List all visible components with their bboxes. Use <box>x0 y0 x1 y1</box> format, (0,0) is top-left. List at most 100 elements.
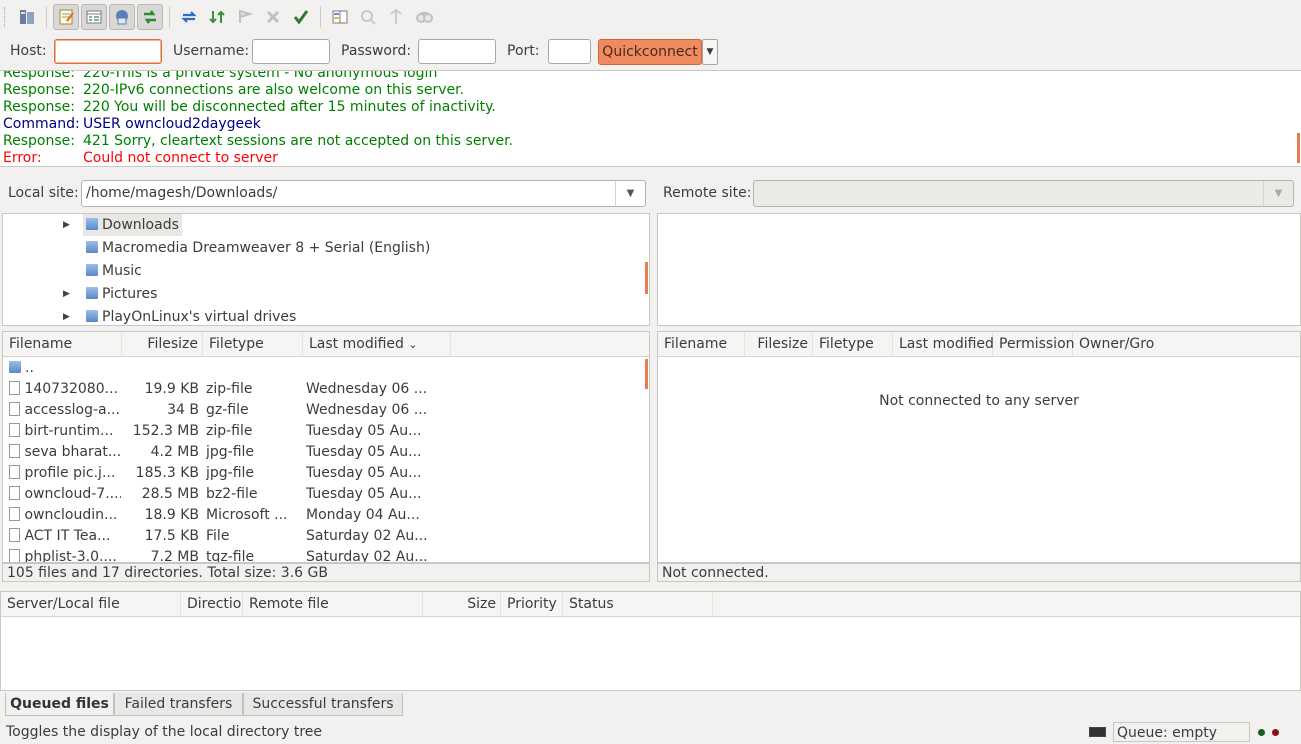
local-list-header: Filename Filesize Filetype Last modified… <box>3 332 649 357</box>
main-toolbar <box>0 0 1301 34</box>
column-header-status[interactable]: Status <box>563 592 713 617</box>
column-header-direction[interactable]: Directio <box>181 592 243 617</box>
file-name: owncloudin... <box>24 507 118 523</box>
expand-arrow-icon[interactable]: ▶ <box>63 214 73 236</box>
file-size: 28.5 MB <box>141 486 199 502</box>
username-input[interactable] <box>252 39 330 64</box>
table-row[interactable]: seva bharat... 4.2 MB jpg-file Tuesday 05 A… <box>3 442 649 463</box>
queue-status: Queue: empty <box>1113 722 1250 742</box>
message-log[interactable]: Response: 220-This is a private system - … <box>0 70 1301 167</box>
table-row[interactable]: 140732080... 19.9 KB zip-file Wednesday 06 … <box>3 379 649 400</box>
column-header-priority[interactable]: Priority <box>501 592 563 617</box>
remote-list-header: Filename Filesize Filetype Last modified… <box>658 332 1300 357</box>
host-label: Host: <box>10 43 47 59</box>
column-header-filename[interactable]: Filename <box>658 332 745 357</box>
queue-tabs: Queued files Failed transfers Successful… <box>0 692 1301 717</box>
quickconnect-history-dropdown[interactable]: ▼ <box>702 39 718 65</box>
table-row[interactable]: birt-runtim... 152.3 MB zip-file Tuesday 05… <box>3 421 649 442</box>
file-modified: Saturday 02 Au... <box>306 549 428 563</box>
table-row[interactable]: accesslog-a... 34 B gz-file Wednesday 06 ..… <box>3 400 649 421</box>
tab-queued-files[interactable]: Queued files <box>5 693 114 716</box>
table-row[interactable]: profile pic.j... 185.3 KB jpg-file Tuesday … <box>3 463 649 484</box>
file-modified: Monday 04 Au... <box>306 507 420 523</box>
file-size: 4.2 MB <box>150 444 199 460</box>
host-input[interactable] <box>54 39 162 64</box>
column-header-filetype[interactable]: Filetype <box>813 332 893 357</box>
folder-icon <box>86 310 98 322</box>
list-item-parent-dir[interactable]: .. <box>3 358 649 379</box>
chevron-down-icon[interactable]: ▼ <box>615 181 645 206</box>
password-input[interactable] <box>418 39 496 64</box>
chevron-down-icon[interactable]: ▼ <box>1263 181 1293 206</box>
file-size: 34 B <box>167 402 199 418</box>
port-input[interactable] <box>548 39 591 64</box>
column-header-last-modified[interactable]: Last modified <box>893 332 994 357</box>
tree-scrollbar[interactable] <box>645 262 648 294</box>
expand-arrow-icon[interactable]: ▶ <box>63 306 73 325</box>
file-icon <box>9 444 20 458</box>
column-header-permission[interactable]: Permission <box>993 332 1075 357</box>
username-label: Username: <box>173 43 250 59</box>
column-header-last-modified[interactable]: Last modified ⌄ <box>303 332 451 357</box>
empty-list-message: Not connected to any server <box>879 393 1079 409</box>
folder-icon <box>86 241 98 253</box>
file-icon <box>9 507 20 521</box>
table-row[interactable]: phplist-3.0.... 7.2 MB tgz-file Saturday 02… <box>3 547 649 563</box>
toggle-remote-tree-icon[interactable] <box>109 4 135 30</box>
column-header-filetype[interactable]: Filetype <box>203 332 303 357</box>
directory-filters-icon[interactable] <box>327 4 353 30</box>
transfer-queue[interactable]: Server/Local file Directio Remote file S… <box>0 591 1301 691</box>
remote-file-list[interactable]: Filename Filesize Filetype Last modified… <box>657 331 1301 563</box>
disconnect-icon[interactable] <box>260 4 286 30</box>
file-size: 185.3 KB <box>135 465 199 481</box>
site-manager-icon[interactable] <box>14 4 40 30</box>
port-label: Port: <box>507 43 540 59</box>
file-modified: Tuesday 05 Au... <box>306 423 422 439</box>
column-header-owner-group[interactable]: Owner/Gro <box>1073 332 1163 357</box>
file-size: 17.5 KB <box>144 528 199 544</box>
quickconnect-button[interactable]: Quickconnect <box>598 39 702 65</box>
sort-descending-icon: ⌄ <box>408 338 418 351</box>
column-header-filename[interactable]: Filename <box>3 332 122 357</box>
file-size: 152.3 MB <box>132 423 199 439</box>
file-name: 140732080... <box>24 381 118 397</box>
local-path-value: /home/magesh/Downloads/ <box>86 185 278 201</box>
toggle-transfer-queue-icon[interactable] <box>137 4 163 30</box>
tab-failed-transfers[interactable]: Failed transfers <box>114 693 243 716</box>
local-directory-tree[interactable]: ▶ Downloads Macromedia Dreamweaver 8 + S… <box>2 213 650 326</box>
folder-icon <box>86 264 98 276</box>
column-header-server-local-file[interactable]: Server/Local file <box>1 592 181 617</box>
file-list-scrollbar[interactable] <box>645 359 648 389</box>
table-row[interactable]: ACT IT Tea... 17.5 KB File Saturday 02 Au..… <box>3 526 649 547</box>
cancel-operation-icon[interactable] <box>232 4 258 30</box>
toggle-local-tree-icon[interactable] <box>81 4 107 30</box>
column-header-remote-file[interactable]: Remote file <box>243 592 423 617</box>
tab-successful-transfers[interactable]: Successful transfers <box>243 693 403 716</box>
log-entry: Error: Could not connect to server <box>3 150 278 166</box>
remote-path-combo[interactable]: ▼ <box>753 180 1294 207</box>
folder-icon <box>9 361 21 373</box>
file-modified: Wednesday 06 ... <box>306 402 428 418</box>
synchronized-browsing-icon[interactable] <box>383 4 409 30</box>
local-file-list[interactable]: Filename Filesize Filetype Last modified… <box>2 331 650 563</box>
refresh-icon[interactable] <box>176 4 202 30</box>
toggle-message-log-icon[interactable] <box>53 4 79 30</box>
reconnect-icon[interactable] <box>288 4 314 30</box>
expand-arrow-icon[interactable]: ▶ <box>63 283 73 305</box>
column-header-filesize[interactable]: Filesize <box>745 332 813 357</box>
search-remote-files-icon[interactable] <box>411 4 437 30</box>
remote-directory-tree[interactable] <box>657 213 1301 326</box>
folder-icon <box>86 287 98 299</box>
quickconnect-bar: Host: Username: Password: Port: Quickcon… <box>0 34 1301 70</box>
column-header-filesize[interactable]: Filesize <box>122 332 203 357</box>
local-path-combo[interactable]: /home/magesh/Downloads/ ▼ <box>81 180 646 207</box>
file-type: jpg-file <box>206 444 255 460</box>
log-scrollbar[interactable] <box>1297 133 1300 163</box>
file-type: bz2-file <box>206 486 258 502</box>
table-row[interactable]: owncloudin... 18.9 KB Microsoft ... Monday … <box>3 505 649 526</box>
column-header-size[interactable]: Size <box>423 592 501 617</box>
directory-comparison-icon[interactable] <box>355 4 381 30</box>
table-row[interactable]: owncloud-7.... 28.5 MB bz2-file Tuesday 05 … <box>3 484 649 505</box>
process-queue-icon[interactable] <box>204 4 230 30</box>
binary-mode-icon <box>1089 727 1106 737</box>
